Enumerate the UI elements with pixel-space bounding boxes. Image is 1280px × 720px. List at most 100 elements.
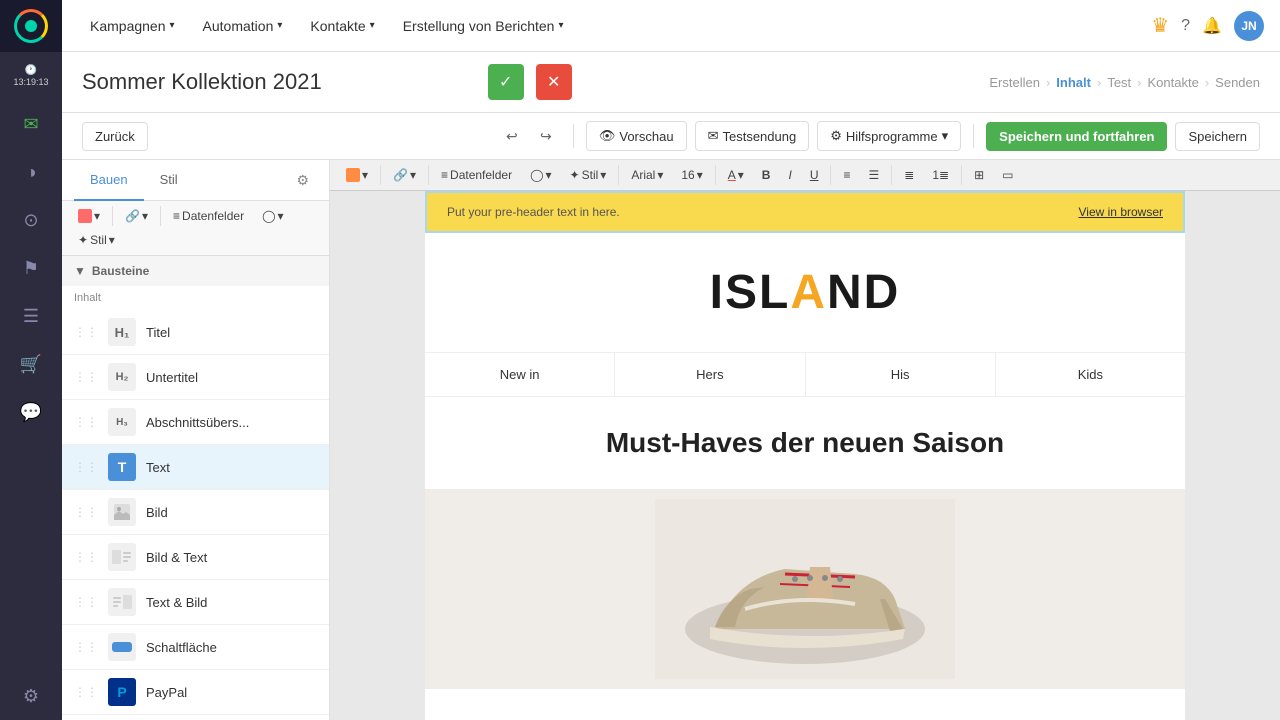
list-num-btn[interactable]: 1≣ [924, 164, 957, 186]
italic-btn[interactable]: I [780, 164, 799, 186]
fmt-datafields-btn[interactable]: ≡ Datenfelder [165, 205, 252, 227]
align-left-btn[interactable]: ≡ [835, 164, 858, 186]
canvas-link-btn[interactable]: 🔗 ▾ [385, 164, 424, 186]
page-header: Sommer Kollektion 2021 ✓ ✕ Erstellen › I… [62, 52, 1280, 113]
block-item-paypal[interactable]: ⋮⋮ P PayPal [62, 670, 329, 715]
breadcrumb-inhalt: Inhalt [1056, 75, 1091, 90]
hero-title: Must-Haves der neuen Saison [465, 427, 1145, 459]
panel-tab-stil[interactable]: Stil [144, 160, 194, 201]
font-size-btn[interactable]: 16 ▾ [673, 164, 710, 186]
sidebar-item-camera[interactable]: ⊙ [0, 196, 62, 244]
main-content: Kampagnen ▾ Automation ▾ Kontakte ▾ Erst… [62, 0, 1280, 720]
bausteine-section[interactable]: ▼ Bausteine [62, 256, 329, 286]
color-block-icon [78, 209, 92, 223]
format-toolbar: ▾ 🔗 ▾ ≡ Datenfelder ◯ ▾ ✦ Sti [62, 201, 329, 256]
hero-title-section[interactable]: Must-Haves der neuen Saison [425, 397, 1185, 489]
cancel-button[interactable]: ✕ [536, 64, 572, 100]
list-btn[interactable]: ≣ [896, 164, 922, 186]
confirm-button[interactable]: ✓ [488, 64, 524, 100]
block-item-schaltflaeche[interactable]: ⋮⋮ Schaltfläche [62, 625, 329, 670]
sidebar-item-email[interactable]: ✉ [0, 100, 62, 148]
crown-icon[interactable]: ♛ [1151, 13, 1169, 38]
fmt-link-btn[interactable]: 🔗 ▾ [117, 205, 156, 227]
help-icon[interactable]: ? [1181, 17, 1190, 35]
sidebar-item-chat[interactable]: 💬 [0, 388, 62, 436]
left-panel: Bauen Stil ⚙ ▾ 🔗 ▾ [62, 160, 330, 720]
nav-item-kampagnen[interactable]: Kampagnen ▾ [78, 12, 187, 40]
canvas-datafields-btn[interactable]: ≡ Datenfelder [433, 164, 520, 186]
paypal-icon: P [108, 678, 136, 706]
bold-btn[interactable]: B [754, 164, 779, 186]
canvas-style-btn[interactable]: ✦ Stil ▾ [562, 164, 615, 186]
fmt-style-btn[interactable]: ✦ Stil ▾ [70, 229, 123, 251]
sidebar-item-analytics[interactable]: ◑ [0, 148, 62, 196]
chat-icon: 💬 [20, 402, 42, 423]
table-btn[interactable]: ⊞ [966, 164, 992, 186]
font-btn[interactable]: Arial ▾ [623, 164, 671, 186]
undo-redo-group: ↩ ↪ [497, 121, 561, 151]
block-item-titel[interactable]: ⋮⋮ H₁ Titel [62, 310, 329, 355]
canvas-format-toolbar: ▾ 🔗 ▾ ≡ Datenfelder ◯ ▾ ✦ Sti [330, 160, 1280, 191]
canvas-color-btn[interactable]: ▾ [338, 164, 376, 186]
help-program-button[interactable]: ⚙ Hilfsprogramme ▾ [817, 121, 961, 151]
sidebar-item-inbox[interactable]: ☰ [0, 292, 62, 340]
df-icon: ≡ [441, 168, 448, 182]
nav-menu-new-in[interactable]: New in [425, 353, 615, 396]
nav-menu-kids[interactable]: Kids [996, 353, 1185, 396]
sidebar-item-settings[interactable]: ⚙ [0, 672, 62, 720]
block-item-text-bild[interactable]: ⋮⋮ Text & Bild [62, 580, 329, 625]
underline-btn[interactable]: U [802, 164, 827, 186]
block-btn[interactable]: ▭ [994, 164, 1021, 186]
schaltflaeche-icon [108, 633, 136, 661]
preview-button[interactable]: 👁 Vorschau [586, 121, 687, 151]
hero-image-section[interactable] [425, 489, 1185, 689]
brush-icon2: ✦ [570, 168, 580, 182]
pre-header-section[interactable]: Put your pre-header text in here. View i… [425, 191, 1185, 233]
nav-menu-hers[interactable]: Hers [615, 353, 805, 396]
bausteine-label: Bausteine [92, 264, 149, 278]
canvas-shape-btn[interactable]: ◯ ▾ [522, 164, 559, 186]
color-dot [346, 168, 360, 182]
main-toolbar: Zurück ↩ ↪ 👁 Vorschau ✉ Testsendung ⚙ Hi… [62, 113, 1280, 160]
logo-inner [25, 20, 37, 32]
test-send-button[interactable]: ✉ Testsendung [695, 121, 810, 151]
fmt-color-btn[interactable]: ▾ [70, 205, 108, 227]
save-continue-button[interactable]: Speichern und fortfahren [986, 122, 1167, 151]
drag-handle: ⋮⋮ [74, 640, 98, 654]
text-color-btn[interactable]: A ▾ [720, 164, 752, 186]
fmt-shape-btn[interactable]: ◯ ▾ [254, 205, 291, 227]
block-item-text[interactable]: ⋮⋮ T Text [62, 445, 329, 490]
bell-icon[interactable]: 🔔 [1202, 16, 1222, 36]
nav-menu-his[interactable]: His [806, 353, 996, 396]
titel-icon: H₁ [108, 318, 136, 346]
block-item-abschnitt[interactable]: ⋮⋮ H₃ Abschnittsübers... [62, 400, 329, 445]
drag-handle: ⋮⋮ [74, 595, 98, 609]
nav-item-kontakte[interactable]: Kontakte ▾ [298, 12, 386, 40]
logo-text-main: ISL [710, 266, 791, 319]
undo-button[interactable]: ↩ [497, 121, 527, 151]
block-item-video[interactable]: ⋮⋮ ▶ Video [62, 715, 329, 720]
text-bild-icon [108, 588, 136, 616]
view-browser-link[interactable]: View in browser [1079, 205, 1163, 219]
panel-settings-icon[interactable]: ⚙ [288, 164, 317, 197]
logo-section[interactable]: ISLAND [425, 233, 1185, 352]
panel-tab-bauen[interactable]: Bauen [74, 160, 144, 201]
nav-item-automation[interactable]: Automation ▾ [191, 12, 295, 40]
redo-button[interactable]: ↪ [531, 121, 561, 151]
fmt-shape-caret: ▾ [278, 209, 284, 223]
back-button[interactable]: Zurück [82, 122, 148, 151]
block-label-schaltflaeche: Schaltfläche [146, 640, 217, 655]
block-item-untertitel[interactable]: ⋮⋮ H₂ Untertitel [62, 355, 329, 400]
save-button[interactable]: Speichern [1175, 122, 1260, 151]
block-item-bild[interactable]: ⋮⋮ Bild [62, 490, 329, 535]
block-label-text-bild: Text & Bild [146, 595, 207, 610]
block-item-bild-text[interactable]: ⋮⋮ Bild & Text [62, 535, 329, 580]
bild-icon [108, 498, 136, 526]
align-center-btn[interactable]: ☰ [861, 164, 888, 186]
nav-item-berichten[interactable]: Erstellung von Berichten ▾ [391, 12, 576, 40]
clock-icon: 🕐 [25, 65, 37, 76]
sidebar-item-cart[interactable]: 🛒 [0, 340, 62, 388]
sidebar-item-flag[interactable]: ⚑ [0, 244, 62, 292]
list-icon: ≣ [904, 168, 914, 182]
user-avatar[interactable]: JN [1234, 11, 1264, 41]
